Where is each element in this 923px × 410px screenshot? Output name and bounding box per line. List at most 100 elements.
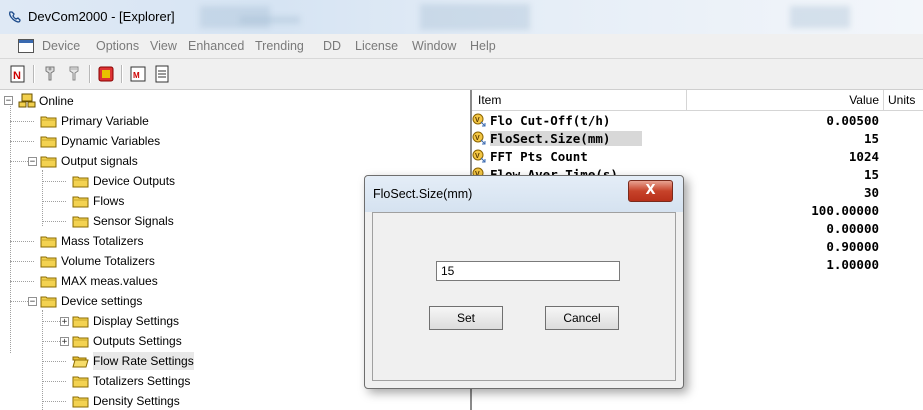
toolbar: N M (0, 59, 923, 90)
tree-label: Output signals (61, 154, 138, 168)
menu-enhanced[interactable]: Enhanced (188, 39, 244, 53)
tree-connector (10, 281, 34, 282)
folder-icon (40, 136, 57, 148)
column-header-item[interactable]: Item (472, 90, 687, 111)
menu-window[interactable]: Window (412, 39, 456, 53)
tree-node-volume-totalizers[interactable]: Volume Totalizers (0, 252, 300, 270)
list-row[interactable]: V FloSect.Size(mm) 15 (472, 130, 923, 148)
tree-node-mass-totalizers[interactable]: Mass Totalizers (0, 232, 300, 250)
item-value: 0.00500 (826, 113, 879, 128)
menu-options[interactable]: Options (96, 39, 139, 53)
tree-node-flow-rate-settings[interactable]: Flow Rate Settings (0, 352, 300, 370)
tree-label: Volume Totalizers (61, 254, 155, 268)
folder-icon (72, 196, 89, 208)
menu-trending[interactable]: Trending (255, 39, 304, 53)
network-icon (18, 93, 36, 108)
collapse-icon[interactable]: − (28, 297, 37, 307)
expand-icon[interactable]: + (60, 317, 69, 327)
menu-help[interactable]: Help (470, 39, 496, 53)
svg-text:V: V (475, 153, 480, 160)
tree-connector (42, 221, 66, 222)
stop-icon[interactable] (96, 64, 116, 84)
tree-connector (42, 381, 66, 382)
item-value: 15 (863, 167, 879, 182)
list-row[interactable]: V FFT Pts Count 1024 (472, 148, 923, 166)
svg-text:N: N (13, 70, 21, 82)
device-connect-icon[interactable]: N (8, 64, 28, 84)
tree-node-device-settings[interactable]: − Device settings (0, 292, 300, 310)
folder-icon (40, 256, 57, 268)
folder-icon (40, 276, 57, 288)
list-row[interactable]: V Flo Cut-Off(t/h) 0.00500 (472, 112, 923, 130)
tree-connector (10, 261, 34, 262)
data-view-icon[interactable]: M (128, 64, 148, 84)
tree-node-primary-variable[interactable]: Primary Variable (0, 112, 300, 130)
collapse-icon[interactable]: − (28, 157, 37, 167)
toolbar-separator (89, 65, 91, 83)
tree-node-display-settings[interactable]: + Display Settings (0, 312, 300, 330)
tree-connector (42, 361, 66, 362)
tree-node-totalizers-settings[interactable]: Totalizers Settings (0, 372, 300, 390)
column-header-units[interactable]: Units (884, 90, 923, 111)
variable-icon: V (472, 113, 486, 127)
variable-icon: V (472, 131, 486, 145)
expand-icon[interactable]: + (60, 337, 69, 347)
cancel-button[interactable]: Cancel (545, 306, 619, 330)
tree-label: Totalizers Settings (93, 374, 191, 388)
tree-node-online[interactable]: − Online (4, 92, 204, 110)
tree-node-output-signals[interactable]: − Output signals (0, 152, 300, 170)
collapse-icon[interactable]: − (4, 96, 13, 106)
tree-node-sensor-signals[interactable]: Sensor Signals (0, 212, 300, 230)
tree-connector (10, 141, 34, 142)
item-name: Flo Cut-Off(t/h) (490, 113, 611, 128)
tree-node-flows[interactable]: Flows (0, 192, 300, 210)
toolbar-separator (33, 65, 35, 83)
toolbar-separator (121, 65, 123, 83)
tree-label: Device settings (61, 294, 143, 308)
title-bar: DevCom2000 - [Explorer] (0, 0, 923, 34)
tree-node-density-settings[interactable]: Density Settings (0, 392, 300, 410)
blurred-region (420, 4, 530, 30)
tree-connector (42, 401, 66, 402)
menu-license[interactable]: License (355, 39, 398, 53)
probe-icon[interactable] (40, 64, 60, 84)
tree-connector (42, 181, 66, 182)
value-edit-dialog: FloSect.Size(mm) X Set Cancel (364, 175, 684, 389)
value-input[interactable] (436, 261, 620, 281)
folder-icon (40, 156, 57, 168)
item-value: 0.00000 (826, 221, 879, 236)
close-button[interactable]: X (628, 180, 673, 202)
tree-label: Density Settings (93, 394, 180, 408)
menu-view[interactable]: View (150, 39, 177, 53)
app-phone-icon (9, 11, 21, 23)
svg-text:V: V (475, 135, 480, 142)
folder-icon (72, 396, 89, 408)
item-value: 15 (863, 131, 879, 146)
blurred-region (240, 16, 300, 24)
window-title: DevCom2000 - [Explorer] (28, 9, 175, 24)
item-value: 1024 (848, 149, 879, 164)
tree-label: Dynamic Variables (61, 134, 161, 148)
item-value: 0.90000 (826, 239, 879, 254)
menu-bar: Device Options View Enhanced Trending DD… (0, 34, 923, 59)
tree-node-dynamic-variables[interactable]: Dynamic Variables (0, 132, 300, 150)
column-header-value[interactable]: Value (687, 90, 884, 111)
svg-text:V: V (475, 117, 480, 124)
set-button[interactable]: Set (429, 306, 503, 330)
tree-label: Sensor Signals (93, 214, 174, 228)
folder-icon (72, 316, 89, 328)
folder-icon (40, 296, 57, 308)
tree-connector (10, 121, 34, 122)
tree-node-outputs-settings[interactable]: + Outputs Settings (0, 332, 300, 350)
tree-label: Online (39, 94, 74, 108)
tree-node-max-meas-values[interactable]: MAX meas.values (0, 272, 300, 290)
document-icon[interactable] (152, 64, 172, 84)
tree-node-device-outputs[interactable]: Device Outputs (0, 172, 300, 190)
menu-dd[interactable]: DD (323, 39, 341, 53)
mdi-window-icon[interactable] (18, 39, 34, 53)
menu-device[interactable]: Device (42, 39, 80, 53)
folder-icon (72, 216, 89, 228)
dialog-body: Set Cancel (372, 212, 676, 381)
blurred-region (790, 6, 850, 28)
probe-alt-icon[interactable] (64, 64, 84, 84)
